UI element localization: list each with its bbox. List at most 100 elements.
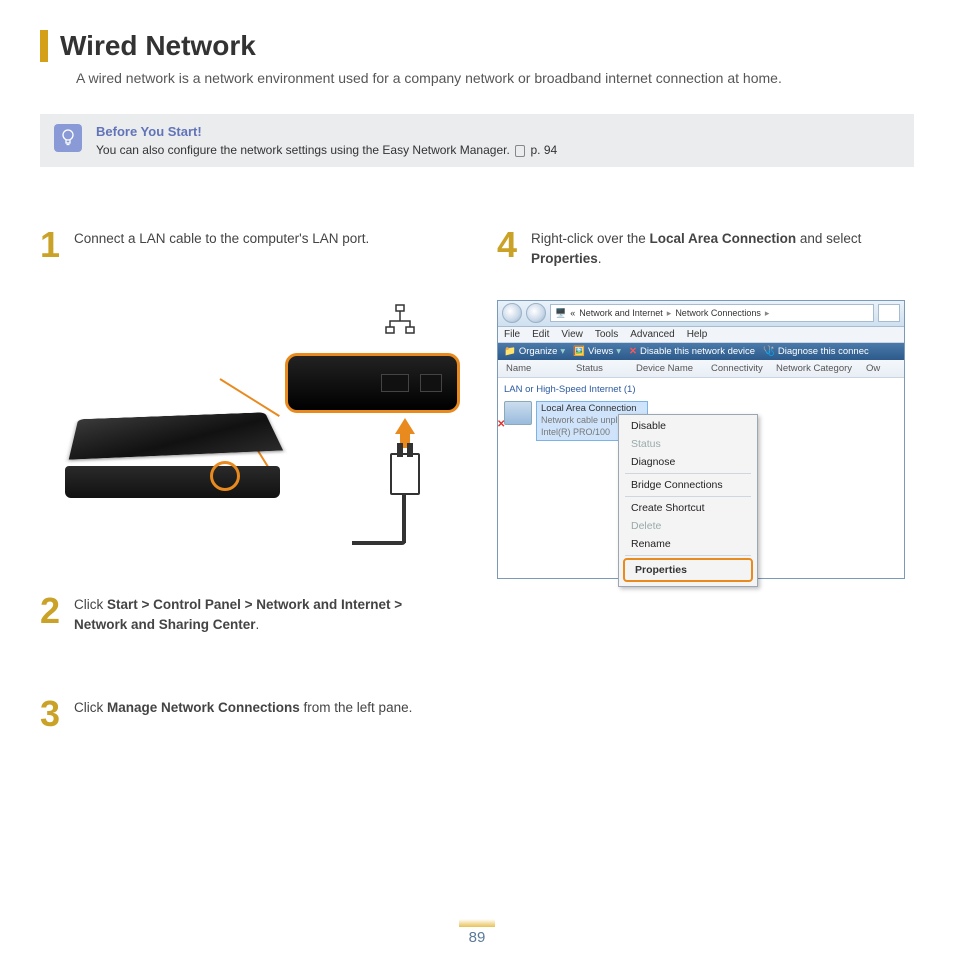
search-box[interactable] — [878, 304, 900, 322]
step-text: Click Manage Network Connections from th… — [74, 696, 412, 718]
columns: 1 Connect a LAN cable to the computer's … — [40, 227, 914, 762]
menu-advanced[interactable]: Advanced — [630, 329, 674, 340]
t-bold: Manage Network Connections — [107, 700, 300, 715]
step-2: 2 Click Start > Control Panel > Network … — [40, 593, 457, 636]
lightbulb-icon — [54, 124, 82, 152]
ctx-rename[interactable]: Rename — [621, 535, 755, 553]
menu-help[interactable]: Help — [687, 329, 708, 340]
step-number: 2 — [40, 593, 64, 629]
toolbar-views[interactable]: 🖼️ Views ▾ — [573, 346, 621, 357]
lbl: Disable this network device — [640, 346, 755, 357]
step-4: 4 Right-click over the Local Area Connec… — [497, 227, 914, 270]
lan-cable — [402, 493, 406, 543]
ctx-separator — [625, 473, 751, 474]
menu-file[interactable]: File — [504, 329, 520, 340]
col-owner[interactable]: Ow — [862, 362, 892, 375]
window-titlebar: 🖥️ « Network and Internet ▸ Network Conn… — [498, 301, 904, 327]
col-device[interactable]: Device Name — [632, 362, 707, 375]
back-button[interactable] — [502, 303, 522, 323]
lan-plug-icon — [390, 453, 420, 495]
menu-edit[interactable]: Edit — [532, 329, 549, 340]
lan-port-zoom — [285, 353, 460, 413]
network-adapter-icon — [504, 401, 532, 425]
t: from the left pane. — [300, 700, 413, 715]
t: Click — [74, 597, 107, 612]
step-text: Click Start > Control Panel > Network an… — [74, 593, 457, 636]
lbl: Diagnose this connec — [778, 346, 869, 357]
tip-heading: Before You Start! — [96, 124, 900, 139]
title-row: Wired Network — [40, 30, 914, 62]
t: Right-click over the — [531, 231, 650, 246]
ctx-shortcut[interactable]: Create Shortcut — [621, 499, 755, 517]
step-number: 4 — [497, 227, 521, 263]
tip-text: You can also configure the network setti… — [96, 143, 900, 157]
t-bold: Properties — [531, 251, 598, 266]
t: . — [256, 617, 260, 632]
folder-icon: 🖥️ — [555, 308, 566, 319]
address-bar[interactable]: 🖥️ « Network and Internet ▸ Network Conn… — [550, 304, 874, 322]
network-connections-window: 🖥️ « Network and Internet ▸ Network Conn… — [497, 300, 905, 579]
t: Click — [74, 700, 107, 715]
ctx-bridge[interactable]: Bridge Connections — [621, 476, 755, 494]
laptop-lan-illustration — [40, 293, 457, 553]
ctx-delete: Delete — [621, 517, 755, 535]
chevron-right-icon: ▸ — [765, 308, 770, 319]
breadcrumb-item[interactable]: Network Connections — [675, 308, 761, 318]
ctx-status: Status — [621, 435, 755, 453]
toolbar-organize[interactable]: 📁 Organize ▾ — [504, 346, 565, 357]
col-connectivity[interactable]: Connectivity — [707, 362, 772, 375]
laptop — [65, 428, 285, 533]
ctx-separator — [625, 555, 751, 556]
t-bold: Local Area Connection — [650, 231, 797, 246]
callout-line — [219, 378, 279, 417]
chevron-down-icon: ▾ — [616, 346, 621, 357]
chevron-right-icon: ▸ — [667, 308, 672, 319]
menu-tools[interactable]: Tools — [595, 329, 618, 340]
usb-ports — [381, 374, 409, 392]
step-1: 1 Connect a LAN cable to the computer's … — [40, 227, 457, 263]
step-text: Connect a LAN cable to the computer's LA… — [74, 227, 369, 249]
window-body: LAN or High-Speed Internet (1) Local Are… — [498, 378, 904, 578]
col-status[interactable]: Status — [572, 362, 632, 375]
title-accent-bar — [40, 30, 48, 62]
x-icon: ✕ — [629, 346, 637, 357]
context-menu: Disable Status Diagnose Bridge Connectio… — [618, 414, 758, 587]
chevron-down-icon: ▾ — [560, 346, 565, 357]
column-headers: Name Status Device Name Connectivity Net… — [498, 360, 904, 378]
breadcrumb-sep: « — [570, 308, 575, 318]
col-name[interactable]: Name — [502, 362, 572, 375]
ctx-properties-highlighted[interactable]: Properties — [623, 558, 753, 582]
tip-content: Before You Start! You can also configure… — [96, 124, 900, 157]
forward-button[interactable] — [526, 303, 546, 323]
lbl: Organize — [519, 346, 558, 357]
step-text: Right-click over the Local Area Connecti… — [531, 227, 914, 270]
ctx-diagnose[interactable]: Diagnose — [621, 453, 755, 471]
menu-bar: File Edit View Tools Advanced Help — [498, 327, 904, 343]
lbl: Views — [588, 346, 613, 357]
before-you-start-box: Before You Start! You can also configure… — [40, 114, 914, 167]
t: . — [598, 251, 602, 266]
toolbar-disable[interactable]: ✕ Disable this network device — [629, 346, 755, 357]
step-3: 3 Click Manage Network Connections from … — [40, 696, 457, 732]
t: and select — [796, 231, 861, 246]
t-bold: Start > Control Panel > Network and Inte… — [74, 597, 402, 632]
breadcrumb-item[interactable]: Network and Internet — [579, 308, 663, 318]
page-ref-icon — [515, 145, 525, 157]
page-number-gradient — [459, 919, 495, 927]
ctx-disable[interactable]: Disable — [621, 417, 755, 435]
page-number: 89 — [459, 929, 495, 946]
callout-circle — [210, 461, 240, 491]
lan-cable — [352, 541, 406, 545]
step-number: 3 — [40, 696, 64, 732]
right-column: 4 Right-click over the Local Area Connec… — [497, 227, 914, 762]
ctx-separator — [625, 496, 751, 497]
page-number-badge: 89 — [459, 919, 495, 946]
laptop-lid — [69, 412, 283, 459]
step-number: 1 — [40, 227, 64, 263]
group-header: LAN or High-Speed Internet (1) — [502, 382, 900, 399]
toolbar-diagnose[interactable]: 🩺 Diagnose this connec — [763, 346, 869, 357]
network-icon — [382, 303, 418, 339]
col-category[interactable]: Network Category — [772, 362, 862, 375]
lan-port — [420, 374, 442, 392]
menu-view[interactable]: View — [561, 329, 583, 340]
